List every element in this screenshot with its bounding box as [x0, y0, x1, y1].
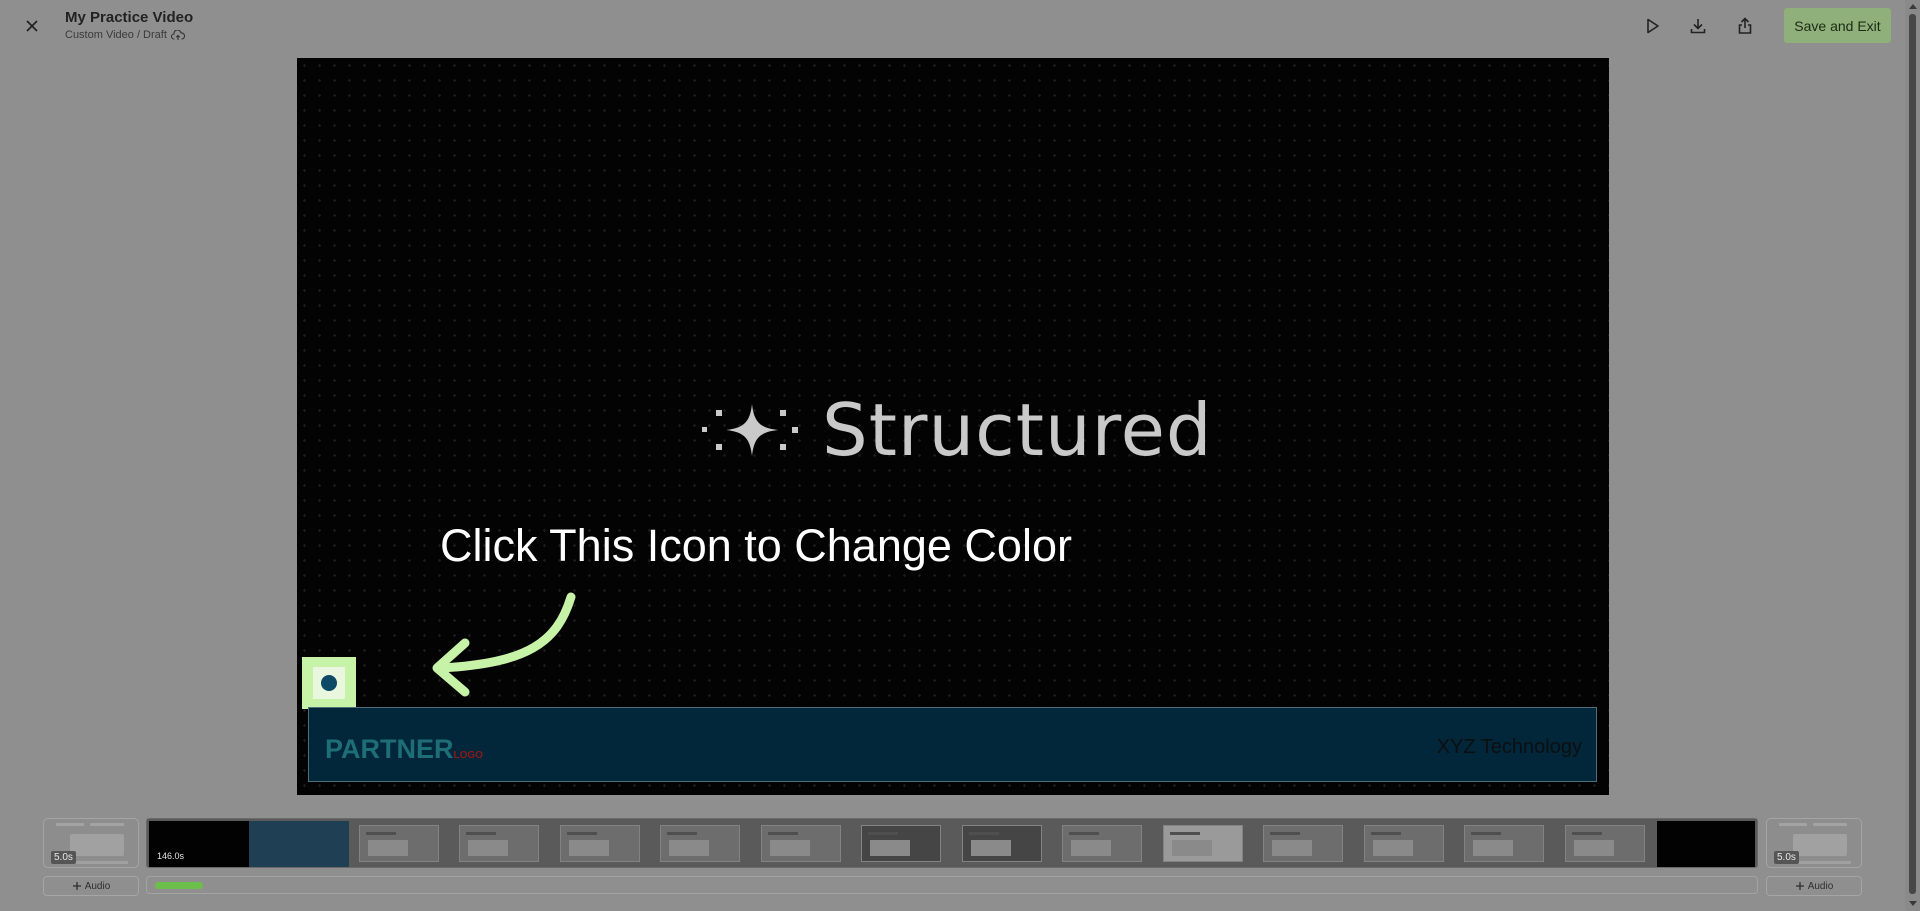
- download-button[interactable]: [1684, 12, 1712, 40]
- thumb-block: [1071, 840, 1111, 856]
- timeline-progress[interactable]: [146, 876, 1758, 894]
- thumb-block: [971, 840, 1011, 856]
- color-swatch-icon: [321, 675, 337, 691]
- clip-placeholder-block: [1793, 834, 1847, 856]
- thumb-block: [669, 840, 709, 856]
- color-picker-button[interactable]: [302, 657, 356, 709]
- play-icon: [1647, 18, 1659, 34]
- timeline-thumbnail[interactable]: [459, 825, 539, 862]
- main-duration: 146.0s: [157, 851, 185, 861]
- clip-placeholder-line: [1813, 823, 1847, 826]
- add-audio-button-left[interactable]: Audio: [43, 876, 139, 896]
- clip-placeholder-block: [70, 834, 124, 856]
- main-clip-end: [1657, 821, 1755, 867]
- cloud-upload-icon: [170, 29, 185, 40]
- share-icon: [1738, 17, 1752, 34]
- clip-placeholder-line: [56, 823, 84, 826]
- outro-clip[interactable]: 5.0s: [1766, 818, 1862, 868]
- timeline-thumbnail[interactable]: [660, 825, 740, 862]
- structured-logo: Structured: [702, 388, 1213, 472]
- lower-third-banner[interactable]: PARTNERLOGO XYZ Technology: [308, 707, 1597, 782]
- scrollbar-thumb[interactable]: [1909, 14, 1916, 894]
- add-audio-label: Audio: [1807, 880, 1834, 892]
- thumb-line: [1572, 832, 1602, 835]
- thumb-line: [466, 832, 496, 835]
- timeline-progress-fill: [155, 882, 203, 889]
- thumb-line: [1371, 832, 1401, 835]
- timeline-thumbnail[interactable]: [1464, 825, 1544, 862]
- curved-arrow-icon: [432, 592, 576, 697]
- partner-logo-sub: LOGO: [453, 750, 483, 761]
- timeline-thumbnail[interactable]: [1062, 825, 1142, 862]
- timeline-thumbnail[interactable]: [962, 825, 1042, 862]
- download-icon: [1690, 19, 1706, 34]
- thumb-block: [1172, 840, 1212, 856]
- main-clip-start: 146.0s: [149, 821, 249, 867]
- thumb-line: [1270, 832, 1300, 835]
- thumb-line: [567, 832, 597, 835]
- outro-duration: 5.0s: [1774, 851, 1799, 864]
- thumb-line: [366, 832, 396, 835]
- thumb-block: [1473, 840, 1513, 856]
- timeline-thumbnail[interactable]: [861, 825, 941, 862]
- close-button[interactable]: [18, 12, 46, 40]
- color-picker-frame: [313, 667, 345, 699]
- thumb-block: [1373, 840, 1413, 856]
- video-title: My Practice Video: [65, 9, 194, 26]
- thumb-line: [969, 832, 999, 835]
- thumb-block: [870, 840, 910, 856]
- add-audio-label: Audio: [84, 880, 111, 892]
- timeline-thumbnail[interactable]: [1364, 825, 1444, 862]
- scroll-up-icon[interactable]: [1909, 4, 1917, 9]
- clip-placeholder-line: [1779, 823, 1807, 826]
- sparkle-icon: [702, 404, 798, 456]
- thumb-block: [468, 840, 508, 856]
- thumb-block: [1574, 840, 1614, 856]
- editor-header: My Practice Video Custom Video / Draft S…: [0, 0, 1900, 50]
- video-subtitle: Custom Video / Draft: [65, 29, 185, 41]
- thumb-line: [868, 832, 898, 835]
- timeline-thumbnail[interactable]: [249, 821, 349, 867]
- timeline-thumbnail[interactable]: [761, 825, 841, 862]
- add-audio-button-right[interactable]: Audio: [1766, 876, 1862, 896]
- thumb-block: [368, 840, 408, 856]
- timeline-thumbnail[interactable]: [1565, 825, 1645, 862]
- thumb-block: [569, 840, 609, 856]
- share-button[interactable]: [1731, 12, 1759, 40]
- thumb-line: [1471, 832, 1501, 835]
- timeline-thumbnail[interactable]: [359, 825, 439, 862]
- close-icon: [26, 20, 38, 32]
- plus-icon: [1795, 882, 1804, 890]
- partner-logo: PARTNERLOGO: [325, 734, 483, 765]
- save-and-exit-button[interactable]: Save and Exit: [1784, 8, 1891, 43]
- play-button[interactable]: [1638, 12, 1666, 40]
- timeline-thumbnail[interactable]: [560, 825, 640, 862]
- draft-status: Custom Video / Draft: [65, 29, 167, 41]
- timeline-main-track[interactable]: 146.0s: [146, 818, 1758, 868]
- thumb-line: [667, 832, 697, 835]
- thumb-line: [1170, 832, 1200, 835]
- clip-placeholder-line: [90, 823, 124, 826]
- thumb-line: [768, 832, 798, 835]
- partner-logo-text: PARTNER: [325, 734, 454, 764]
- plus-icon: [72, 882, 81, 890]
- company-name: XYZ Technology: [1436, 736, 1582, 758]
- scroll-down-icon[interactable]: [1909, 901, 1917, 906]
- thumb-block: [1272, 840, 1312, 856]
- timeline-thumbnail[interactable]: [1163, 825, 1243, 862]
- brand-name: Structured: [822, 388, 1213, 472]
- instruction-headline: Click This Icon to Change Color: [440, 520, 1072, 571]
- video-preview-canvas: Structured Click This Icon to Change Col…: [297, 58, 1609, 795]
- intro-clip[interactable]: 5.0s: [43, 818, 139, 868]
- timeline-thumbnail[interactable]: [1263, 825, 1343, 862]
- page-scrollbar[interactable]: [1905, 0, 1920, 911]
- thumb-block: [770, 840, 810, 856]
- thumb-line: [1069, 832, 1099, 835]
- intro-duration: 5.0s: [51, 851, 76, 864]
